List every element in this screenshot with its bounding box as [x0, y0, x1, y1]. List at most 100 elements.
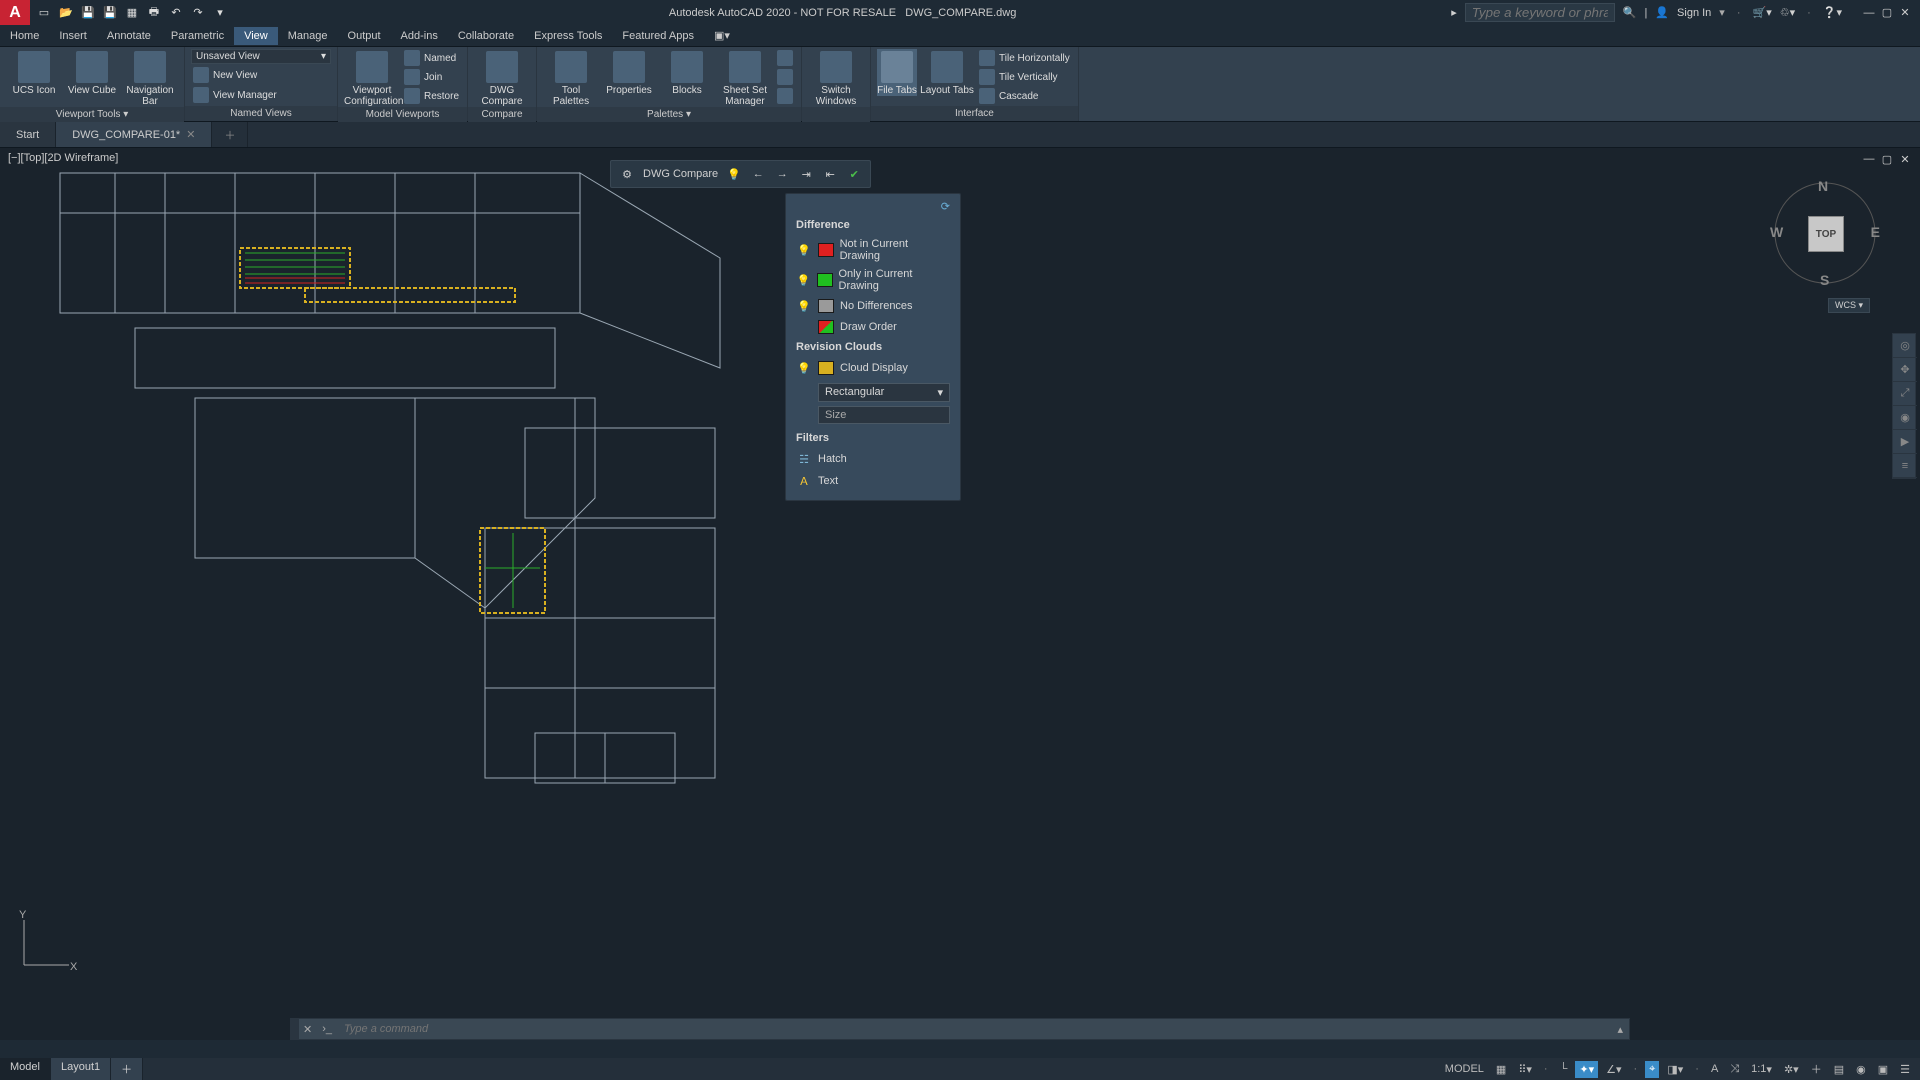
saveas-icon[interactable]: 💾 [102, 5, 118, 21]
command-input[interactable] [338, 1023, 1611, 1035]
close-tab-icon[interactable]: ✕ [186, 128, 195, 141]
bulb-icon[interactable]: 💡 [796, 298, 812, 314]
filter-icon[interactable]: ☵ [796, 451, 812, 467]
undo-icon[interactable]: ↶ [168, 5, 184, 21]
viewport-minimize-icon[interactable]: — [1862, 152, 1876, 166]
check-icon[interactable]: ✔ [846, 166, 862, 182]
layout-tabs-button[interactable]: Layout Tabs [919, 49, 975, 96]
cart-icon[interactable]: 🛒▾ [1753, 6, 1772, 19]
add-layout-button[interactable]: ＋ [111, 1058, 143, 1080]
start-tab[interactable]: Start [0, 122, 56, 147]
bulb-icon[interactable]: 💡 [796, 242, 812, 258]
bulb-icon[interactable]: 💡 [796, 360, 812, 376]
join-button[interactable]: Join [402, 68, 461, 86]
viewcube-top-face[interactable]: TOP [1808, 216, 1844, 252]
cmd-grip-icon[interactable] [291, 1019, 299, 1039]
diff-not-in-current[interactable]: 💡 Not in Current Drawing [786, 235, 960, 265]
osnap3d-icon[interactable]: ◨▾ [1663, 1061, 1687, 1078]
bulb-icon[interactable]: 💡 [726, 166, 742, 182]
properties-button[interactable]: Properties [601, 49, 657, 96]
filter-icon[interactable]: Ａ [796, 473, 812, 489]
switch-windows-button[interactable]: Switch Windows [808, 49, 864, 107]
viewcube[interactable]: TOP N S W E [1770, 178, 1880, 288]
tab-parametric[interactable]: Parametric [161, 27, 234, 45]
drawing-canvas[interactable]: [−][Top][2D Wireframe] — ▢ ✕ [0, 148, 1920, 1040]
open-icon[interactable]: 📂 [58, 5, 74, 21]
pan-icon[interactable]: ✥ [1893, 358, 1917, 382]
app-menu-icon[interactable]: ♲▾ [1780, 6, 1795, 19]
panel-refresh-icon[interactable]: ⟳ [941, 200, 950, 213]
save-icon[interactable]: 💾 [80, 5, 96, 21]
compare-toolbar[interactable]: ⚙ DWG Compare 💡 ← → ⇥ ⇤ ✔ [610, 160, 871, 188]
tab-featured[interactable]: Featured Apps [612, 27, 704, 45]
signin-link[interactable]: Sign In [1677, 7, 1711, 19]
nav-more-icon[interactable]: ≡ [1893, 454, 1917, 478]
isolate-icon[interactable]: ▣ [1874, 1061, 1892, 1078]
workspace-icon[interactable]: ✲▾ [1780, 1061, 1803, 1078]
redo-icon[interactable]: ↷ [190, 5, 206, 21]
filter-hatch[interactable]: ☵ Hatch [786, 448, 960, 470]
web-icon[interactable]: ▦ [124, 5, 140, 21]
tab-collaborate[interactable]: Collaborate [448, 27, 524, 45]
export-icon[interactable]: ⇤ [822, 166, 838, 182]
osnap-icon[interactable]: ⌖ [1645, 1061, 1659, 1078]
tile-vertical-button[interactable]: Tile Vertically [977, 68, 1072, 86]
grid-icon[interactable]: ▦ [1492, 1061, 1510, 1078]
dwg-compare-button[interactable]: DWG Compare [474, 49, 530, 107]
ortho-icon[interactable]: └ [1556, 1061, 1572, 1077]
tool-palettes-button[interactable]: Tool Palettes [543, 49, 599, 107]
model-paper-toggle[interactable]: MODEL [1441, 1061, 1488, 1077]
palette-button-3-icon[interactable] [775, 87, 795, 105]
swatch-draworder[interactable] [818, 320, 834, 334]
customize-icon[interactable]: ☰ [1896, 1061, 1914, 1078]
tab-home[interactable]: Home [0, 27, 49, 45]
sheetset-button[interactable]: Sheet Set Manager [717, 49, 773, 107]
close-icon[interactable]: ✕ [1898, 6, 1912, 20]
bulb-icon[interactable]: 💡 [796, 272, 811, 288]
cmd-close-icon[interactable]: ✕ [299, 1023, 316, 1036]
viewport-config-button[interactable]: Viewport Configuration [344, 49, 400, 107]
cloud-display-row[interactable]: 💡 Cloud Display [786, 357, 960, 379]
new-icon[interactable]: ▭ [36, 5, 52, 21]
palette-button-2-icon[interactable] [775, 68, 795, 86]
tab-express[interactable]: Express Tools [524, 27, 612, 45]
tile-horizontal-button[interactable]: Tile Horizontally [977, 49, 1072, 67]
layout-tab-layout1[interactable]: Layout1 [51, 1058, 111, 1080]
tab-annotate[interactable]: Annotate [97, 27, 161, 45]
tab-addins[interactable]: Add-ins [391, 27, 448, 45]
restore-button[interactable]: Restore [402, 87, 461, 105]
new-view-button[interactable]: New View [191, 66, 259, 84]
anno-scale-dropdown[interactable]: 1:1▾ [1747, 1061, 1776, 1078]
search-input[interactable] [1465, 3, 1615, 22]
diff-no-differences[interactable]: 💡 No Differences [786, 295, 960, 317]
user-icon[interactable]: 👤 [1655, 6, 1669, 19]
file-tab-active[interactable]: DWG_COMPARE-01* ✕ [56, 122, 212, 147]
snap-icon[interactable]: ⠿▾ [1514, 1061, 1536, 1078]
file-tabs-button[interactable]: File Tabs [877, 49, 917, 96]
compass-s[interactable]: S [1820, 272, 1829, 288]
swatch-gray[interactable] [818, 299, 834, 313]
tab-more-icon[interactable]: ▣▾ [704, 26, 740, 45]
maximize-icon[interactable]: ▢ [1880, 6, 1894, 20]
tab-manage[interactable]: Manage [278, 27, 338, 45]
add-tab-button[interactable]: ＋ [212, 122, 248, 147]
infocenter-arrow-icon[interactable]: ▸ [1451, 6, 1457, 19]
viewcube-button[interactable]: View Cube [64, 49, 120, 96]
diff-draw-order[interactable]: Draw Order [786, 317, 960, 337]
import-icon[interactable]: ⇥ [798, 166, 814, 182]
zoom-extents-icon[interactable]: ⤢ [1893, 382, 1917, 406]
cloud-size-input[interactable]: Size [818, 406, 950, 424]
cloud-shape-select[interactable]: Rectangular▾ [818, 383, 950, 402]
ucs-icon-button[interactable]: UCS Icon [6, 49, 62, 96]
cmd-up-icon[interactable]: ▴ [1611, 1023, 1629, 1036]
wheel-icon[interactable]: ◎ [1893, 334, 1917, 358]
qat-dropdown-icon[interactable]: ▾ [212, 5, 228, 21]
plot-icon[interactable]: 🖶 [146, 5, 162, 21]
app-logo[interactable]: A [0, 0, 30, 25]
tab-insert[interactable]: Insert [49, 27, 97, 45]
compass-n[interactable]: N [1818, 178, 1828, 194]
navbar-button[interactable]: Navigation Bar [122, 49, 178, 107]
hardware-accel-icon[interactable]: ◉ [1852, 1061, 1870, 1078]
units-icon[interactable]: ▤ [1830, 1061, 1848, 1078]
blocks-button[interactable]: Blocks [659, 49, 715, 96]
